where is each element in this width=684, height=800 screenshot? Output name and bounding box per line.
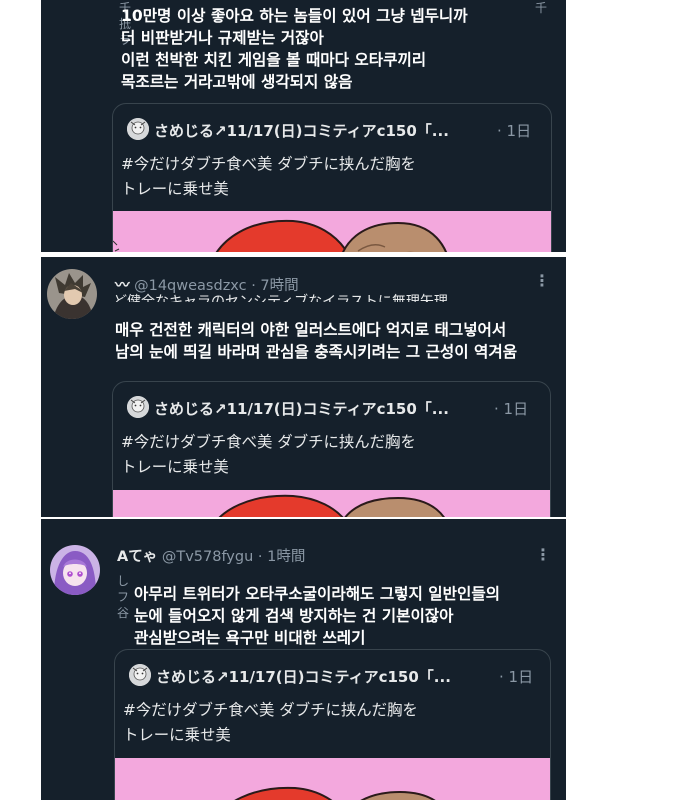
- tweet-body: 매우 건전한 캐릭터의 야한 일러스트에다 억지로 태그넣어서 남의 눈에 띄길…: [115, 319, 517, 363]
- tweet-body-line: 아무리 트위터가 오타쿠소굴이라해도 그렇지 일반인들의: [134, 585, 501, 603]
- partial-text: ど健全なキャラのセンシティブなイラストに無理矢理: [113, 294, 448, 302]
- tweet-1[interactable]: 千 抵 ラ 千 10만명 이상 좋아요 하는 놈들이 있어 그냥 넵두니까 더 …: [41, 0, 566, 252]
- quoted-text: #今だけダブチ食べ美 ダブチに挟んだ胸を トレーに乗せ美: [121, 430, 416, 480]
- quoted-text-line: トレーに乗せ美: [121, 180, 229, 198]
- tweet-body: 10만명 이상 좋아요 하는 놈들이 있어 그냥 넵두니까 더 비판받거나 규제…: [121, 5, 468, 93]
- quoted-time[interactable]: · 1日: [497, 120, 531, 141]
- quoted-text: #今だけダブチ食べ美 ダブチに挟んだ胸を トレーに乗せ美: [121, 152, 416, 202]
- tweet-body-line: 눈에 들어오지 않게 검색 방지하는 건 기본이잖아: [134, 607, 454, 625]
- quoted-image[interactable]: [113, 490, 550, 517]
- more-options-icon[interactable]: ⋮: [534, 271, 550, 290]
- display-name[interactable]: Aてゃ: [117, 549, 157, 565]
- quoted-text-line: #今だけダブチ食べ美 ダブチに挟んだ胸を: [123, 701, 418, 719]
- tweet-body: 아무리 트위터가 오타쿠소굴이라해도 그렇지 일반인들의 눈에 들어오지 않게 …: [134, 583, 500, 649]
- quoted-image[interactable]: [115, 758, 550, 800]
- quoted-time[interactable]: · 1日: [494, 398, 528, 419]
- quoted-tweet[interactable]: さめじる↗11/17(日)コミティアc150「... · 1日 #今だけダブチ食…: [112, 103, 552, 252]
- quoted-tweet[interactable]: さめじる↗11/17(日)コミティアc150「... · 1日 #今だけダブチ食…: [114, 649, 551, 800]
- tweet-body-line: 10만명 이상 좋아요 하는 놈들이 있어 그냥 넵두니까: [121, 7, 468, 25]
- quoted-text-line: トレーに乗せ美: [123, 726, 231, 744]
- side-fragment-right: 千: [535, 1, 548, 15]
- quoted-text-line: トレーに乗せ美: [121, 458, 229, 476]
- quoted-avatar[interactable]: [129, 664, 151, 686]
- tweet-header: Aてゃ @Tv578fygu · 1時間: [117, 545, 305, 566]
- more-options-icon[interactable]: ⋮: [535, 545, 551, 564]
- quoted-text-line: #今だけダブチ食べ美 ダブチに挟んだ胸を: [121, 155, 416, 173]
- tweet-body-line: 목조르는 거라고밖에 생각되지 않음: [121, 73, 353, 91]
- tweet-body-line: 더 비판받거나 규제받는 거잖아: [121, 29, 324, 47]
- timestamp[interactable]: · 1時間: [258, 549, 305, 565]
- tweet-body-line: 남의 눈에 띄길 바라며 관심을 충족시키려는 그 근성이 역겨움: [115, 343, 518, 361]
- side-fragment-text: し フ 谷: [117, 574, 130, 620]
- quoted-author[interactable]: さめじる↗11/17(日)コミティアc150「...: [154, 398, 449, 419]
- quoted-avatar[interactable]: [127, 396, 149, 418]
- quoted-author[interactable]: さめじる↗11/17(日)コミティアc150「...: [156, 666, 451, 687]
- avatar[interactable]: [47, 269, 97, 319]
- quoted-image[interactable]: [113, 211, 551, 252]
- tweet-body-line: 관심받으려는 욕구만 비대한 쓰레기: [134, 629, 366, 647]
- quoted-avatar[interactable]: [127, 118, 149, 140]
- tweet-2[interactable]: 〰 @14qweasdzxc · 7時間 ⋮ ど健全なキャラのセンシティブなイラ…: [41, 257, 566, 517]
- quoted-tweet[interactable]: さめじる↗11/17(日)コミティアc150「... · 1日 #今だけダブチ食…: [112, 381, 551, 517]
- quoted-author[interactable]: さめじる↗11/17(日)コミティアc150「...: [154, 120, 449, 141]
- tweet-body-line: 매우 건전한 캐릭터의 야한 일러스트에다 억지로 태그넣어서: [115, 321, 507, 339]
- quoted-text-line: #今だけダブチ食べ美 ダブチに挟んだ胸を: [121, 433, 416, 451]
- handle[interactable]: @Tv578fygu: [162, 549, 253, 565]
- avatar[interactable]: [50, 545, 100, 595]
- quoted-text: #今だけダブチ食べ美 ダブチに挟んだ胸を トレーに乗せ美: [123, 698, 418, 748]
- tweet-3[interactable]: Aてゃ @Tv578fygu · 1時間 ⋮ し フ 谷 아무리 트위터가 오타…: [41, 519, 566, 800]
- tweet-body-line: 이런 천박한 치킨 게임을 볼 때마다 오타쿠끼리: [121, 51, 427, 69]
- quoted-time[interactable]: · 1日: [499, 666, 533, 687]
